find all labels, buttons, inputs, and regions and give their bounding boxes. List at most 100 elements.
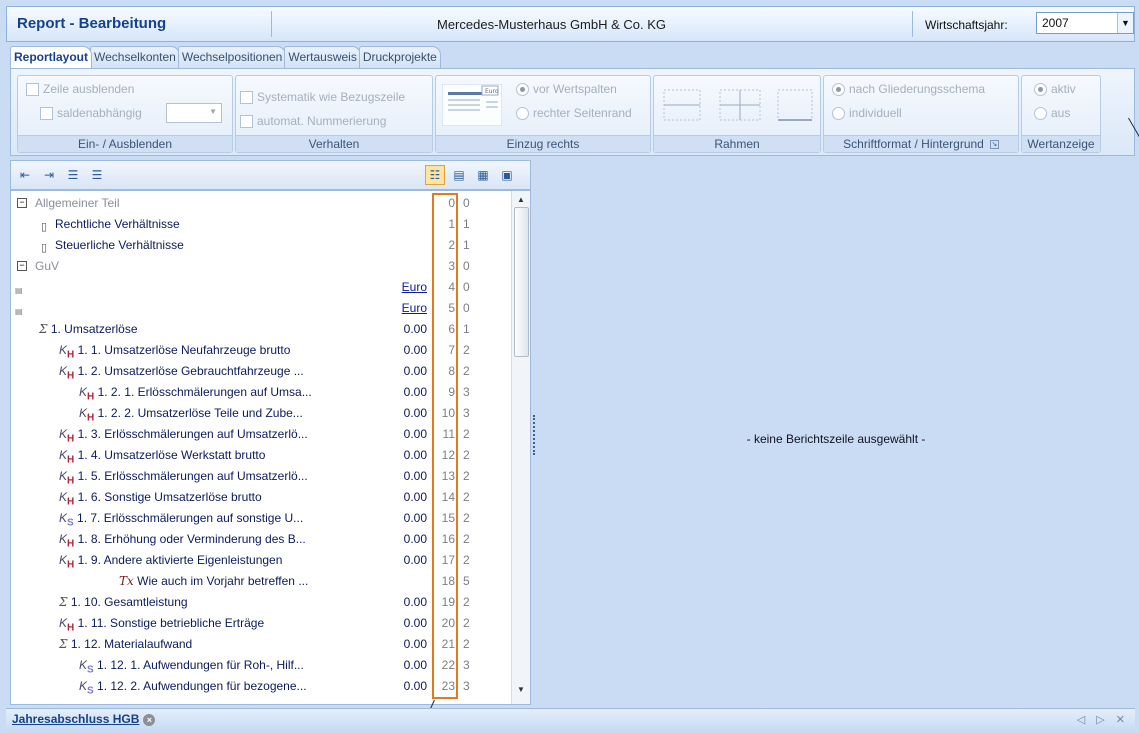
row-text: 1. Umsatzerlöse xyxy=(50,322,138,336)
einzug-preview-icon[interactable]: Euro xyxy=(442,84,502,126)
sum-icon: Σ xyxy=(39,322,48,336)
radio-dot[interactable] xyxy=(1034,106,1047,120)
row-level: 1 xyxy=(463,217,470,231)
aktiv-radio[interactable]: aktiv xyxy=(1034,82,1076,96)
vertical-scrollbar[interactable]: ▲ ▼ xyxy=(511,191,530,704)
close-icon[interactable]: × xyxy=(143,713,156,726)
table-row[interactable]: KS 1. 12. 2. Aufwendungen für bezogene..… xyxy=(11,676,511,697)
row-level: 1 xyxy=(463,238,470,252)
tab-wechselpositionen[interactable]: Wechselpositionen xyxy=(177,46,287,68)
row-value: Euro xyxy=(401,301,427,315)
checkbox-box[interactable] xyxy=(26,82,39,96)
collapse-icon[interactable]: − xyxy=(17,198,27,208)
checkbox-box[interactable] xyxy=(240,90,253,104)
scroll-down-icon[interactable]: ▼ xyxy=(517,685,525,694)
zeile-ausblenden-label: Zeile ausblenden xyxy=(43,82,135,96)
table-row[interactable]: KH 1. 2. 2. Umsatzerlöse Teile und Zube.… xyxy=(11,403,511,424)
table-row[interactable]: Σ 1. 12. Materialaufwand 0.00 21 2 xyxy=(11,634,511,655)
table-row[interactable]: KH 1. 8. Erhöhung oder Verminderung des … xyxy=(11,529,511,550)
group-label: Verhalten xyxy=(236,135,432,152)
table-row[interactable]: KH 1. 4. Umsatzerlöse Werkstatt brutto 0.… xyxy=(11,445,511,466)
tab-wertausweis[interactable]: Wertausweis xyxy=(284,46,361,68)
table-row[interactable]: ▯ Rechtliche Verhältnisse 1 1 xyxy=(11,214,511,235)
print-preview-icon[interactable]: ▣ xyxy=(497,165,517,185)
properties-icon[interactable]: ▦ xyxy=(473,165,493,185)
move-right-icon[interactable]: ⇥ xyxy=(39,165,59,185)
table-row[interactable]: KH 1. 6. Sonstige Umsatzerlöse brutto 0.0… xyxy=(11,487,511,508)
einzug-icon-caption: Euro xyxy=(485,88,499,95)
document-tab-jahresabschluss[interactable]: Jahresabschluss HGB × xyxy=(12,712,156,726)
table-row[interactable]: KS 1. 12. 1. Aufwendungen für Roh-, Hilf… xyxy=(11,655,511,676)
table-row[interactable]: KH 1. 2. Umsatzerlöse Gebrauchtfahrzeuge… xyxy=(11,361,511,382)
group-einzug-rechts: Euro vor Wertspalten rechter Seitenrand … xyxy=(435,75,651,153)
scroll-thumb[interactable] xyxy=(514,207,529,357)
table-row[interactable]: KH 1. 9. Andere aktivierte Eigenleistung… xyxy=(11,550,511,571)
radio-dot[interactable] xyxy=(516,106,529,120)
saldenabhaengig-checkbox[interactable]: saldenabhängig xyxy=(40,106,142,120)
row-level: 1 xyxy=(463,322,470,336)
row-text: 1. 8. Erhöhung oder Verminderung des B..… xyxy=(77,532,306,546)
row-number: 10 xyxy=(441,406,455,420)
rahmen-preview-icon[interactable] xyxy=(660,84,816,130)
table-row[interactable]: KH 1. 5. Erlösschmälerungen auf Umsatzer… xyxy=(11,466,511,487)
expand-all-icon[interactable]: ▤ xyxy=(449,165,469,185)
move-left-icon[interactable]: ⇤ xyxy=(15,165,35,185)
table-row[interactable]: KH 1. 11. Sonstige betriebliche Erträge 0… xyxy=(11,613,511,634)
row-number: 9 xyxy=(448,385,455,399)
nach-gliederung-radio[interactable]: nach Gliederungsschema xyxy=(832,82,985,96)
saldo-select[interactable]: ▼ xyxy=(166,103,222,123)
row-text: 1. 5. Erlösschmälerungen auf Umsatzerlö.… xyxy=(77,469,308,483)
table-row[interactable]: − GuV 3 0 xyxy=(11,256,511,277)
row-text: Steuerliche Verhältnisse xyxy=(55,238,184,252)
splitter-grip[interactable] xyxy=(533,415,535,455)
table-row[interactable]: KH 1. 3. Erlösschmälerungen auf Umsatzer… xyxy=(11,424,511,445)
account-h-icon: KH xyxy=(59,553,75,571)
report-tree[interactable]: − Allgemeiner Teil 0 0 ▯ Rechtliche Verhältni… xyxy=(10,190,531,705)
table-row[interactable]: Σ 1. 10. Gesamtleistung 0.00 19 2 xyxy=(11,592,511,613)
table-row[interactable]: ▯ Steuerliche Verhältnisse 2 1 xyxy=(11,235,511,256)
aus-radio[interactable]: aus xyxy=(1034,106,1070,120)
outdent-icon[interactable]: ☰ xyxy=(63,165,83,185)
checkbox-box[interactable] xyxy=(40,106,53,120)
individuell-radio[interactable]: individuell xyxy=(832,106,902,120)
radio-dot[interactable] xyxy=(832,106,845,120)
row-level: 3 xyxy=(463,406,470,420)
account-h-icon: KH xyxy=(59,490,75,508)
collapse-icon[interactable]: − xyxy=(17,261,27,271)
vor-wertspalten-radio[interactable]: vor Wertspalten xyxy=(516,82,617,96)
tree-view-icon[interactable]: ☷ xyxy=(425,165,445,185)
zeile-ausblenden-checkbox[interactable]: Zeile ausblenden xyxy=(26,82,134,96)
chevron-down-icon[interactable]: ▼ xyxy=(1117,13,1133,33)
table-row[interactable]: Tx Wie auch im Vorjahr betreffen ... 18 5 xyxy=(11,571,511,592)
radio-dot[interactable] xyxy=(832,82,845,96)
table-row[interactable]: − Allgemeiner Teil 0 0 xyxy=(11,193,511,214)
checkbox-box[interactable] xyxy=(240,114,253,128)
window-title: Report - Bearbeitung xyxy=(17,15,167,32)
table-row[interactable]: KH 1. 1. Umsatzerlöse Neufahrzeuge brutt… xyxy=(11,340,511,361)
row-level: 3 xyxy=(463,679,470,693)
title-separator xyxy=(271,11,272,37)
table-row[interactable]: ▤ Euro 4 0 xyxy=(11,277,511,298)
tab-reportlayout[interactable]: Reportlayout xyxy=(10,46,93,68)
tab-wechselkonten[interactable]: Wechselkonten xyxy=(90,46,180,68)
systematik-checkbox[interactable]: Systematik wie Bezugszeile xyxy=(240,90,405,104)
dialog-launcher-icon[interactable]: ↘ xyxy=(989,140,999,150)
chevron-down-icon: ▼ xyxy=(209,107,217,116)
group-label: Schriftformat / Hintergrund ↘ xyxy=(824,135,1018,152)
nummerierung-checkbox[interactable]: automat. Nummerierung xyxy=(240,114,386,128)
individuell-label: individuell xyxy=(849,106,902,120)
table-row[interactable]: Σ 1. Umsatzerlöse 0.00 6 1 xyxy=(11,319,511,340)
table-row[interactable]: ▤ Euro 5 0 xyxy=(11,298,511,319)
group-schriftformat: nach Gliederungsschema individuell Schri… xyxy=(823,75,1019,153)
radio-dot[interactable] xyxy=(516,82,529,96)
table-row[interactable]: KH 1. 2. 1. Erlösschmälerungen auf Umsa.… xyxy=(11,382,511,403)
table-row[interactable]: KS 1. 7. Erlösschmälerungen auf sonstige… xyxy=(11,508,511,529)
radio-dot[interactable] xyxy=(1034,82,1047,96)
tab-druckprojekte[interactable]: Druckprojekte xyxy=(358,46,441,68)
tab-nav-icon[interactable]: ◁ ▷ ✕ xyxy=(1077,713,1129,726)
rechter-seitenrand-radio[interactable]: rechter Seitenrand xyxy=(516,106,632,120)
scroll-up-icon[interactable]: ▲ xyxy=(517,195,525,204)
account-h-icon: KH xyxy=(59,469,75,487)
indent-icon[interactable]: ☰ xyxy=(87,165,107,185)
year-select[interactable]: 2007 ▼ xyxy=(1036,12,1134,34)
